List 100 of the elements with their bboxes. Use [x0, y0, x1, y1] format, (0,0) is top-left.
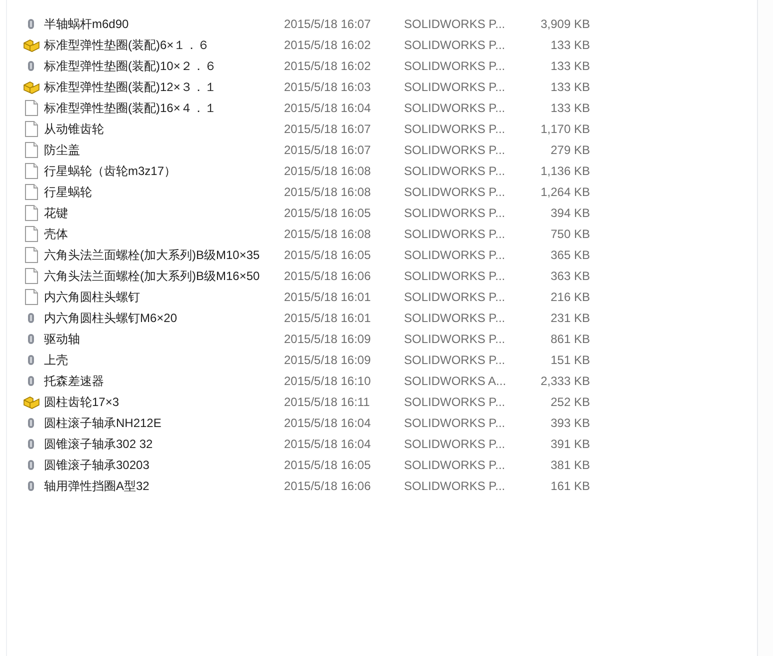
file-size: 161 KB [550, 478, 590, 494]
file-type: SOLIDWORKS P... [404, 120, 506, 138]
file-name: 圆柱齿轮17×3 [44, 394, 120, 410]
modified-date: 2015/5/18 16:05 [284, 204, 372, 222]
file-name: 六角头法兰面螺栓(加大系列)B级M10×35 [44, 246, 261, 264]
modified-date: 2015/5/18 16:04 [284, 100, 372, 116]
file-size: 1,136 KB [540, 162, 590, 180]
modified-date: 2015/5/18 16:06 [284, 268, 372, 284]
file-name: 内六角圆柱头螺钉M6×20 [44, 310, 178, 326]
file-type: SOLIDWORKS P... [404, 100, 506, 116]
document-icon [24, 100, 38, 116]
file-name: 驱动轴 [44, 330, 81, 348]
modified-date: 2015/5/18 16:08 [284, 162, 372, 180]
part-thumbnail-icon [27, 18, 35, 30]
file-type: SOLIDWORKS A... [404, 372, 508, 390]
file-type: SOLIDWORKS P... [404, 58, 506, 74]
file-size: 750 KB [550, 226, 590, 242]
modified-date: 2015/5/18 16:01 [284, 310, 372, 326]
file-size: 365 KB [550, 246, 590, 264]
part-thumbnail-icon [27, 312, 35, 324]
modified-date: 2015/5/18 16:07 [284, 120, 372, 138]
modified-date: 2015/5/18 16:09 [284, 352, 372, 368]
file-name: 六角头法兰面螺栓(加大系列)B级M16×50 [44, 268, 261, 284]
file-name: 标准型弹性垫圈(装配)12×３．１ [44, 78, 218, 96]
document-icon [24, 204, 38, 220]
file-size: 252 KB [550, 394, 590, 410]
file-size: 391 KB [550, 436, 590, 452]
modified-date: 2015/5/18 16:04 [284, 436, 372, 452]
document-icon [24, 142, 38, 158]
file-size: 3,909 KB [540, 16, 590, 32]
file-name: 轴用弹性挡圈A型32 [44, 478, 150, 494]
file-name: 行星蜗轮 [44, 184, 93, 200]
file-size: 1,170 KB [540, 120, 590, 138]
file-size: 394 KB [550, 204, 590, 222]
file-name: 行星蜗轮（齿轮m3z17） [44, 162, 178, 180]
part-thumbnail-icon [27, 354, 35, 366]
file-size: 231 KB [550, 310, 590, 326]
file-type: SOLIDWORKS P... [404, 310, 506, 326]
file-size: 133 KB [550, 100, 590, 116]
document-icon [24, 268, 38, 284]
blocks-icon [22, 79, 40, 94]
part-thumbnail-icon [27, 458, 35, 470]
file-size: 151 KB [550, 352, 590, 368]
file-type: SOLIDWORKS P... [404, 414, 506, 432]
file-type: SOLIDWORKS P... [404, 436, 506, 452]
file-name: 半轴蜗杆m6d90 [44, 16, 130, 32]
file-size: 861 KB [550, 330, 590, 348]
file-name: 圆柱滚子轴承NH212E [44, 414, 162, 432]
file-name: 防尘盖 [44, 142, 81, 158]
modified-date: 2015/5/18 16:08 [284, 184, 372, 200]
file-type: SOLIDWORKS P... [404, 288, 506, 306]
modified-date: 2015/5/18 16:05 [284, 246, 372, 264]
file-type: SOLIDWORKS P... [404, 226, 506, 242]
file-type: SOLIDWORKS P... [404, 478, 506, 494]
part-thumbnail-icon [27, 438, 35, 450]
modified-date: 2015/5/18 16:07 [284, 142, 372, 158]
file-name: 标准型弹性垫圈(装配)10×２．６ [44, 58, 218, 74]
file-name: 托森差速器 [44, 372, 105, 390]
file-type: SOLIDWORKS P... [404, 246, 506, 264]
file-name: 圆锥滚子轴承302 32 [44, 436, 154, 452]
part-thumbnail-icon [27, 60, 35, 72]
file-size: 216 KB [550, 288, 590, 306]
document-icon [24, 120, 38, 136]
modified-date: 2015/5/18 16:02 [284, 36, 372, 54]
file-type: SOLIDWORKS P... [404, 456, 506, 474]
file-name: 内六角圆柱头螺钉 [44, 288, 141, 306]
blocks-icon [22, 394, 40, 409]
part-thumbnail-icon [27, 332, 35, 344]
file-type: SOLIDWORKS P... [404, 330, 506, 348]
file-size: 2,333 KB [540, 372, 590, 390]
file-size: 381 KB [550, 456, 590, 474]
document-icon [24, 226, 38, 242]
file-name: 标准型弹性垫圈(装配)6×１．６ [44, 36, 211, 54]
part-thumbnail-icon [27, 480, 35, 492]
file-name: 标准型弹性垫圈(装配)16×４．１ [44, 100, 218, 116]
file-type: SOLIDWORKS P... [404, 36, 506, 54]
file-type: SOLIDWORKS P... [404, 394, 506, 410]
part-thumbnail-icon [27, 416, 35, 428]
document-icon [24, 162, 38, 178]
file-name: 从动锥齿轮 [44, 120, 105, 138]
modified-date: 2015/5/18 16:04 [284, 414, 372, 432]
file-size: 393 KB [550, 414, 590, 432]
modified-date: 2015/5/18 16:05 [284, 456, 372, 474]
document-icon [24, 288, 38, 304]
modified-date: 2015/5/18 16:10 [284, 372, 372, 390]
file-type: SOLIDWORKS P... [404, 352, 506, 368]
modified-date: 2015/5/18 16:09 [284, 330, 372, 348]
part-thumbnail-icon [27, 374, 35, 386]
modified-date: 2015/5/18 16:08 [284, 226, 372, 242]
file-type: SOLIDWORKS P... [404, 268, 506, 284]
file-type: SOLIDWORKS P... [404, 78, 506, 96]
modified-date: 2015/5/18 16:07 [284, 16, 372, 32]
file-type: SOLIDWORKS P... [404, 16, 506, 32]
document-icon [24, 246, 38, 262]
file-type: SOLIDWORKS P... [404, 142, 506, 158]
modified-date: 2015/5/18 16:03 [284, 78, 372, 96]
file-type: SOLIDWORKS P... [404, 204, 506, 222]
file-type: SOLIDWORKS P... [404, 162, 506, 180]
modified-date: 2015/5/18 16:02 [284, 58, 372, 74]
file-size: 133 KB [550, 36, 590, 54]
